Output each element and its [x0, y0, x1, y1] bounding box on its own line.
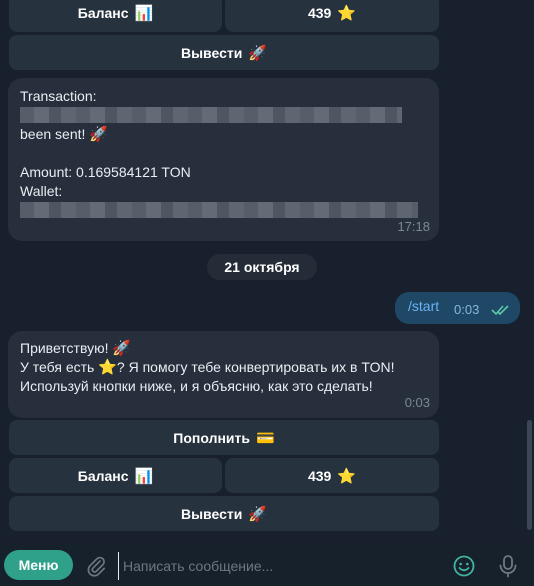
message-time: 17:18 — [397, 219, 430, 234]
wallet-label: Wallet: — [20, 183, 63, 199]
rocket-icon: 🚀 — [248, 44, 268, 62]
rocket-icon: 🚀 — [248, 505, 268, 523]
redacted-wallet-address — [20, 202, 418, 218]
menu-button[interactable]: Меню — [4, 550, 73, 580]
message-time: 0:03 — [404, 395, 430, 410]
message-time: 0:03 — [454, 302, 480, 317]
smile-icon[interactable] — [451, 553, 477, 579]
stars-line: У тебя есть ⭐? Я помогу тебе конвертиров… — [20, 358, 427, 377]
stars-button-label: 439 — [307, 5, 332, 21]
withdraw-button-label: Вывести — [180, 44, 243, 61]
star-icon: ⭐ — [337, 467, 357, 485]
microphone-icon[interactable] — [495, 553, 521, 579]
balance-button-label: Баланс — [77, 467, 129, 484]
star-icon: ⭐ — [337, 5, 357, 22]
paperclip-icon[interactable] — [83, 553, 109, 579]
stars-button[interactable]: 439 ⭐ — [225, 458, 439, 493]
balance-button-top[interactable]: Баланс 📊 — [9, 0, 222, 32]
amount-line: Amount: 0.169584121 TON — [20, 164, 191, 180]
chart-icon: 📊 — [134, 467, 154, 485]
message-input-bar: Меню — [0, 544, 534, 586]
transaction-label: Transaction: — [20, 88, 97, 104]
topup-button[interactable]: Пополнить 💳 — [9, 420, 439, 455]
stars-text-a: У тебя есть — [20, 359, 95, 375]
stars-button-label: 439 — [307, 467, 332, 484]
chat-scrollbar[interactable] — [524, 0, 534, 544]
double-check-icon — [491, 303, 511, 316]
redacted-transaction-id — [20, 107, 402, 123]
welcome-message: Приветствую! 🚀 У тебя есть ⭐? Я помогу т… — [8, 331, 439, 418]
greeting-line: Приветствую! 🚀 — [20, 339, 427, 358]
outgoing-message: /start 0:03 — [395, 292, 520, 324]
scrollbar-thumb[interactable] — [527, 420, 532, 530]
chat-area: Баланс 📊 439 ⭐ Вывести 🚀 Transaction: be… — [0, 0, 524, 544]
stars-text-b: ? Я помогу тебе конвертировать их в TON! — [116, 359, 395, 375]
rocket-icon: 🚀 — [89, 126, 108, 143]
sent-text: been sent! — [20, 126, 86, 142]
withdraw-button-top[interactable]: Вывести 🚀 — [9, 35, 439, 70]
instruction-line: Используй кнопки ниже, и я объясню, как … — [20, 378, 373, 394]
rocket-icon: 🚀 — [112, 340, 132, 357]
menu-button-label: Меню — [18, 557, 59, 573]
withdraw-button-label: Вывести — [180, 505, 243, 522]
stars-button-top[interactable]: 439 ⭐ — [225, 0, 439, 32]
sent-line: been sent! 🚀 — [20, 125, 427, 144]
start-command-link[interactable]: /start — [408, 298, 439, 314]
message-input[interactable] — [118, 552, 445, 580]
balance-button-label: Баланс — [77, 5, 129, 21]
balance-button[interactable]: Баланс 📊 — [9, 458, 222, 493]
transaction-message: Transaction: been sent! 🚀 Amount: 0.1695… — [8, 78, 439, 241]
credit-card-icon: 💳 — [256, 429, 275, 447]
star-icon: ⭐ — [98, 359, 117, 376]
chart-icon: 📊 — [134, 5, 154, 22]
topup-button-label: Пополнить — [173, 429, 250, 446]
withdraw-button[interactable]: Вывести 🚀 — [9, 496, 439, 531]
date-separator-text: 21 октября — [224, 259, 300, 275]
greeting-text: Приветствую! — [20, 340, 109, 356]
date-separator: 21 октября — [207, 254, 317, 280]
